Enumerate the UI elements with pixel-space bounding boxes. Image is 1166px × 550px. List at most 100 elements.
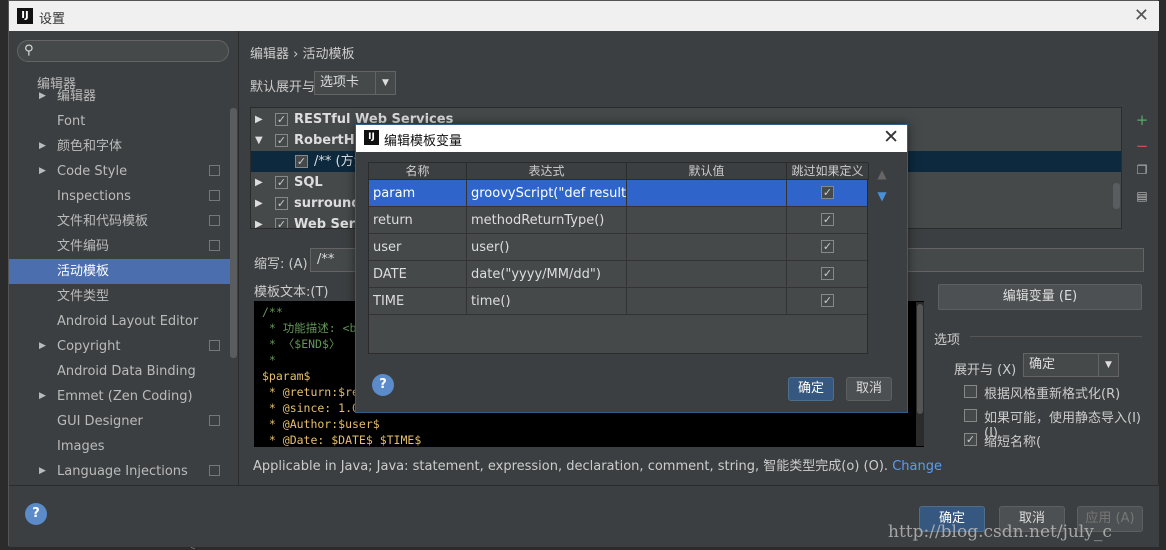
sidebar-item[interactable]: ▶ Emmet (Zen Coding) <box>9 384 237 409</box>
sidebar-item[interactable]: ▶ Language Injections <box>9 459 237 484</box>
edit-variables-button[interactable]: 编辑变量 (E) <box>938 284 1142 310</box>
table-cell-default[interactable] <box>627 207 787 234</box>
column-header-expression[interactable]: 表达式 <box>467 163 627 180</box>
table-cell-expr[interactable]: date("yyyy/MM/dd") <box>467 261 627 288</box>
sidebar-item-label: 文件和代码模板 <box>57 214 149 229</box>
chevron-right-icon[interactable]: ▶ <box>39 84 46 109</box>
tree-row-checkbox[interactable]: ✓ <box>295 155 308 168</box>
arrow-down-icon[interactable]: ▼ <box>874 189 890 211</box>
expand-select[interactable]: 选项卡 ▼ <box>314 71 396 95</box>
table-row[interactable]: param groovyScript("def result... ✓ <box>369 180 867 207</box>
chevron-right-icon[interactable]: ▶ <box>255 109 263 130</box>
sidebar-item-label: 文件编码 <box>57 239 110 254</box>
change-link[interactable]: Change <box>892 459 942 474</box>
column-header-name[interactable]: 名称 <box>369 163 467 180</box>
skip-if-defined-checkbox[interactable]: ✓ <box>821 267 834 280</box>
variables-table[interactable]: 名称 表达式 默认值 跳过如果定义 param groovyScript("def… <box>368 162 869 354</box>
tree-row-checkbox[interactable]: ✓ <box>275 134 288 147</box>
tree-row-checkbox[interactable]: ✓ <box>275 113 288 126</box>
sidebar-item[interactable]: Images <box>9 434 237 459</box>
sidebar-item[interactable]: GUI Designer <box>9 409 237 434</box>
sidebar-item[interactable]: ▶ 颜色和字体 <box>9 134 237 159</box>
copy-icon[interactable]: ❐ <box>1132 163 1152 189</box>
sidebar-item[interactable]: 文件和代码模板 <box>9 209 237 234</box>
chevron-down-icon[interactable]: ▼ <box>1098 354 1118 376</box>
table-cell-default[interactable] <box>627 180 787 207</box>
sidebar-item[interactable]: Inspections <box>9 184 237 209</box>
tree-toolbar: + − ❐ ▤ <box>1132 111 1152 215</box>
document-icon[interactable]: ▤ <box>1132 189 1152 215</box>
project-settings-icon <box>209 165 220 176</box>
table-cell-default[interactable] <box>627 288 787 315</box>
skip-if-defined-checkbox[interactable]: ✓ <box>821 294 834 307</box>
applicable-contexts: Applicable in Java; Java: statement, exp… <box>253 455 942 474</box>
chevron-right-icon[interactable]: ▶ <box>39 134 46 159</box>
chevron-right-icon[interactable]: ▶ <box>39 384 46 409</box>
sidebar-item[interactable]: 活动模板 <box>9 259 237 284</box>
sidebar-item[interactable]: Android Layout Editor <box>9 309 237 334</box>
table-cell-name[interactable]: user <box>369 234 467 261</box>
chevron-down-icon[interactable]: ▼ <box>375 72 395 94</box>
table-row[interactable]: return methodReturnType() ✓ <box>369 207 867 234</box>
chevron-right-icon[interactable]: ▶ <box>39 159 46 184</box>
tree-row-checkbox[interactable]: ✓ <box>275 218 288 228</box>
tree-row-checkbox[interactable]: ✓ <box>275 197 288 210</box>
dialog-ok-button[interactable]: 确定 <box>788 377 834 401</box>
table-cell-name[interactable]: return <box>369 207 467 234</box>
column-header-skip[interactable]: 跳过如果定义 <box>787 163 869 180</box>
sidebar-item[interactable]: Font <box>9 109 237 134</box>
sidebar-item[interactable]: ▶ Code Style <box>9 159 237 184</box>
remove-icon[interactable]: − <box>1132 137 1152 163</box>
add-icon[interactable]: + <box>1132 111 1152 137</box>
chevron-right-icon[interactable]: ▶ <box>255 193 263 214</box>
table-cell-name[interactable]: TIME <box>369 288 467 315</box>
table-cell-expr[interactable]: user() <box>467 234 627 261</box>
table-cell-expr[interactable]: methodReturnType() <box>467 207 627 234</box>
expand-with-select[interactable]: 确定 ▼ <box>1023 353 1119 377</box>
code-scrollbar[interactable] <box>916 302 924 446</box>
table-row[interactable]: DATE date("yyyy/MM/dd") ✓ <box>369 261 867 288</box>
expand-with-label: 展开与 (X) <box>954 363 1017 378</box>
chevron-right-icon[interactable]: ▶ <box>255 172 263 193</box>
table-cell-default[interactable] <box>627 261 787 288</box>
skip-if-defined-checkbox[interactable]: ✓ <box>821 240 834 253</box>
sidebar-item[interactable]: 文件编码 <box>9 234 237 259</box>
close-icon[interactable]: ✕ <box>1134 5 1149 26</box>
chevron-down-icon[interactable]: ▼ <box>255 130 263 151</box>
skip-if-defined-checkbox[interactable]: ✓ <box>821 213 834 226</box>
option-checkbox[interactable] <box>964 385 977 398</box>
option-label: 根据风格重新格式化(R) <box>984 387 1121 402</box>
table-cell-name[interactable]: DATE <box>369 261 467 288</box>
chevron-right-icon[interactable]: ▶ <box>39 459 46 484</box>
option-checkbox[interactable] <box>964 409 977 422</box>
sidebar-item[interactable]: Android Data Binding <box>9 359 237 384</box>
dialog-cancel-button[interactable]: 取消 <box>846 377 892 401</box>
help-icon[interactable]: ? <box>372 374 394 396</box>
sidebar-item-label: Code Style <box>57 164 128 179</box>
sidebar-item[interactable]: 文件类型 <box>9 284 237 309</box>
search-input[interactable]: ⚲ <box>17 40 229 62</box>
help-icon[interactable]: ? <box>25 503 47 525</box>
sidebar-item[interactable]: ▶ 编辑器 <box>9 84 237 109</box>
option-checkbox[interactable]: ✓ <box>964 433 977 446</box>
sidebar-item[interactable]: ▶ Copyright <box>9 334 237 359</box>
edit-variables-dialog: IJ 编辑模板变量 ✕ 名称 表达式 默认值 跳过如果定义 param groov… <box>355 124 908 413</box>
table-cell-expr[interactable]: time() <box>467 288 627 315</box>
table-cell-default[interactable] <box>627 234 787 261</box>
chevron-right-icon[interactable]: ▶ <box>39 334 46 359</box>
applicable-text: Applicable in Java; Java: statement, exp… <box>253 459 889 474</box>
tree-row-checkbox[interactable]: ✓ <box>275 176 288 189</box>
table-row[interactable]: user user() ✓ <box>369 234 867 261</box>
tree-scrollbar[interactable] <box>1113 183 1120 209</box>
skip-if-defined-checkbox[interactable]: ✓ <box>821 186 834 199</box>
close-icon[interactable]: ✕ <box>883 126 899 148</box>
chevron-right-icon[interactable]: ▶ <box>255 214 263 228</box>
column-header-default[interactable]: 默认值 <box>627 163 787 180</box>
table-cell-expr[interactable]: groovyScript("def result... <box>467 180 627 207</box>
arrow-up-icon[interactable]: ▲ <box>874 167 890 189</box>
sidebar-scrollbar[interactable] <box>230 108 237 358</box>
table-row[interactable]: TIME time() ✓ <box>369 288 867 315</box>
sidebar-item-label: 活动模板 <box>57 264 110 279</box>
project-settings-icon <box>209 340 220 351</box>
table-cell-name[interactable]: param <box>369 180 467 207</box>
